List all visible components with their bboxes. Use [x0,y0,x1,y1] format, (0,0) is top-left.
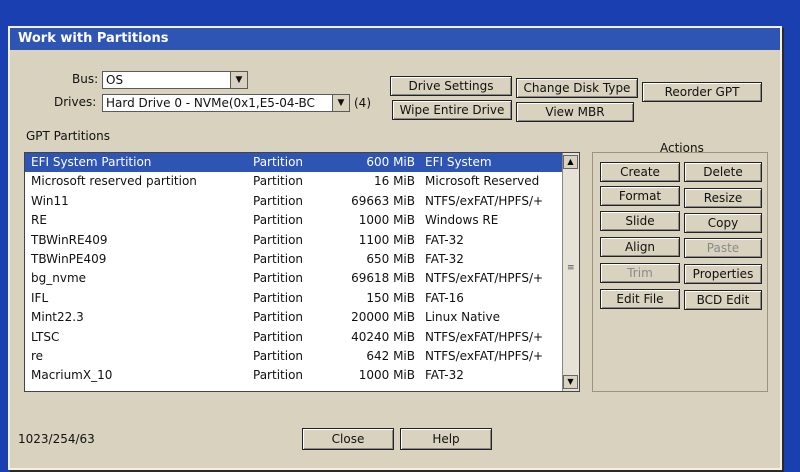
bcd-edit-button[interactable]: BCD Edit [684,290,762,310]
wipe-entire-drive-button[interactable]: Wipe Entire Drive [392,100,512,120]
partition-size: 600 MiB [366,155,415,169]
drives-label: Drives: [54,95,97,109]
partition-filesystem: FAT-32 [425,368,464,383]
partition-type: Partition [253,155,304,169]
partition-name: EFI System Partition [31,155,152,169]
partition-filesystem: Microsoft Reserved [425,174,540,189]
partition-name: LTSC [31,329,60,344]
partition-filesystem: FAT-16 [425,290,464,305]
partition-row[interactable]: re Partition 642 MiB NTFS/exFAT/HPFS/+ [25,347,579,366]
partition-row[interactable]: Microsoft reserved partition Partition 16 … [25,172,579,191]
partition-row[interactable]: TBWinPE409 Partition 650 MiB FAT-32 [25,250,579,269]
partition-name: MacriumX_10 [31,368,113,383]
partition-filesystem: Windows RE [425,213,499,228]
partition-row[interactable]: MacriumX_10 Partition 1000 MiB FAT-32 [25,366,579,385]
partition-list[interactable]: EFI System Partition Partition 600 MiB EFI … [24,152,580,392]
partition-type: Partition [253,174,304,189]
arrow-up-icon[interactable]: ▲ [563,155,578,169]
gpt-partitions-label: GPT Partitions [26,129,110,143]
resize-button[interactable]: Resize [684,188,762,208]
partition-name: TBWinPE409 [31,251,107,266]
partition-size: 69663 MiB [351,193,415,208]
partition-row[interactable]: LTSC Partition 40240 MiB NTFS/exFAT/HPFS/+ [25,328,579,347]
partition-type: Partition [253,310,304,325]
partition-size: 1100 MiB [358,232,415,247]
partition-filesystem: NTFS/exFAT/HPFS/+ [425,193,544,208]
partition-size: 16 MiB [373,174,415,189]
properties-button[interactable]: Properties [684,264,762,284]
disk-geometry: 1023/254/63 [18,432,95,446]
bus-select[interactable]: OS ▼ [102,71,248,89]
copy-button[interactable]: Copy [684,213,762,233]
partition-type: Partition [253,193,304,208]
partition-name: RE [31,213,47,228]
window-title: Work with Partitions [10,28,780,50]
partition-size: 1000 MiB [358,213,415,228]
arrow-down-icon[interactable]: ▼ [563,375,578,389]
change-disk-type-button[interactable]: Change Disk Type [516,78,638,98]
partition-filesystem: NTFS/exFAT/HPFS/+ [425,329,544,344]
partition-filesystem: NTFS/exFAT/HPFS/+ [425,271,544,286]
partition-size: 150 MiB [366,290,415,305]
partition-filesystem: EFI System [425,155,492,169]
partition-type: Partition [253,368,304,383]
partition-type: Partition [253,271,304,286]
partition-name: bg_nvme [31,271,87,286]
partition-size: 40240 MiB [351,329,415,344]
paste-button[interactable]: Paste [684,238,762,258]
partition-size: 69618 MiB [351,271,415,286]
partition-name: Win11 [31,193,69,208]
bus-value: OS [106,73,124,87]
drives-select[interactable]: Hard Drive 0 - NVMe(0x1,E5-04-BC ▼ [102,94,350,112]
trim-button[interactable]: Trim [600,263,680,283]
partition-type: Partition [253,329,304,344]
view-mbr-button[interactable]: View MBR [516,102,634,122]
partition-type: Partition [253,290,304,305]
chevron-down-icon[interactable]: ▼ [332,95,349,111]
partition-size: 642 MiB [366,348,415,363]
work-with-partitions-dialog: Work with Partitions Bus: OS ▼ Drives: H… [8,26,782,470]
bus-label: Bus: [72,72,99,86]
partition-type: Partition [253,232,304,247]
partition-type: Partition [253,213,304,228]
partition-type: Partition [253,348,304,363]
format-button[interactable]: Format [600,186,680,206]
partition-filesystem: NTFS/exFAT/HPFS/+ [425,348,544,363]
close-button[interactable]: Close [302,428,394,450]
partition-row[interactable]: Mint22.3 Partition 20000 MiB Linux Native [25,308,579,327]
reorder-gpt-button[interactable]: Reorder GPT [642,82,762,102]
drives-value: Hard Drive 0 - NVMe(0x1,E5-04-BC [106,96,315,110]
drives-count: (4) [354,96,371,110]
partition-row[interactable]: EFI System Partition Partition 600 MiB EFI … [25,153,579,173]
drive-settings-button[interactable]: Drive Settings [390,76,512,96]
partition-row[interactable]: RE Partition 1000 MiB Windows RE [25,211,579,230]
partition-row[interactable]: Win11 Partition 69663 MiB NTFS/exFAT/HPFS/+ [25,192,579,211]
partition-name: Mint22.3 [31,310,84,325]
create-button[interactable]: Create [600,162,680,182]
slide-button[interactable]: Slide [600,211,680,231]
partition-size: 1000 MiB [358,368,415,383]
align-button[interactable]: Align [600,237,680,257]
help-button[interactable]: Help [400,428,492,450]
chevron-down-icon[interactable]: ▼ [230,72,247,88]
partition-row[interactable]: bg_nvme Partition 69618 MiB NTFS/exFAT/HPFS… [25,269,579,288]
partition-filesystem: FAT-32 [425,251,464,266]
partition-size: 650 MiB [366,251,415,266]
partition-filesystem: Linux Native [425,310,500,325]
edit-file-button[interactable]: Edit File [600,289,680,309]
partition-list-scrollbar[interactable]: ▲ ≡ ▼ [562,153,579,391]
scroll-thumb-grip[interactable]: ≡ [567,263,575,273]
partition-name: IFL [31,290,49,305]
partition-size: 20000 MiB [351,310,415,325]
partition-row[interactable]: TBWinRE409 Partition 1100 MiB FAT-32 [25,231,579,250]
partition-row[interactable]: IFL Partition 150 MiB FAT-16 [25,289,579,308]
delete-button[interactable]: Delete [684,162,762,182]
partition-name: Microsoft reserved partition [31,174,197,189]
partition-name: re [31,348,44,363]
partition-type: Partition [253,251,304,266]
partition-filesystem: FAT-32 [425,232,464,247]
partition-name: TBWinRE409 [31,232,108,247]
